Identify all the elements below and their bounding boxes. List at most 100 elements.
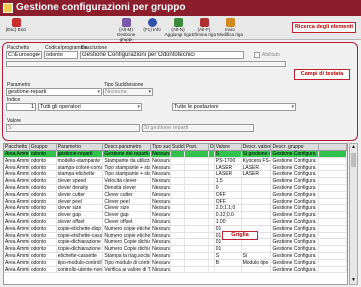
table-cell: Si [242,252,272,259]
table-cell: Area Ammi [5,191,30,198]
delete-row-button[interactable]: (Alt-F) Elimina riga [190,18,218,39]
title-bar: Gestione configurazioni per gruppo [0,0,361,16]
col-header[interactable]: Descr. valore [242,144,272,150]
table-cell: Gestione Configura [271,252,320,259]
table-cell: Nessuna [152,252,172,259]
col-header[interactable]: Gruppo [30,144,57,150]
info-button[interactable]: (F1) Info [138,18,166,39]
table-cell: Area Ammi [5,232,30,239]
col-header[interactable]: Sudd. [171,144,185,150]
valore-field[interactable]: S [6,124,140,132]
table-row[interactable]: Area Ammi odonto clever gap Clever gap Nessu… [4,212,347,219]
table-row[interactable]: Area Ammi odonto copie-etichette-disp Numer… [4,225,347,233]
scroll-up-icon[interactable]: ▲ [350,144,357,151]
table-cell [319,157,347,164]
header-fields-button[interactable]: Campi di testata [294,69,350,80]
abilitato-label: Abilitato [262,52,280,58]
table-cell: LASER [215,164,242,171]
table-row[interactable]: Area Ammi odonto copie-dichiarazione Numero… [4,239,347,247]
table-cell [319,184,347,191]
search-elements-button[interactable]: Ricerca degli elementi [292,22,356,33]
table-row[interactable]: Area Ammi odonto copie-etichette-cass Numer… [4,232,347,240]
col-header[interactable]: Descr.parametro [103,144,152,150]
col-header[interactable]: Parametro [57,144,104,150]
table-cell: etichette-cassette [57,252,104,259]
table-row[interactable]: Area Ammi odonto tipo-modulo-controll Tipo … [4,259,347,267]
col-header[interactable]: Descr. gruppo [271,144,320,150]
table-cell: Clever peel [103,198,152,205]
table-row[interactable]: Area Ammi odonto controllo-utente-non Verif… [4,266,347,274]
indice-field[interactable]: 1 [6,103,36,111]
table-cell: 01 [215,239,242,246]
table-cell: Clever cutter [103,191,152,198]
table-cell [319,225,347,232]
table-cell: Nessuna [152,171,172,178]
grid-button[interactable]: Griglia [222,231,258,240]
col-header[interactable]: Tipo sudd. [151,144,172,150]
table-row[interactable]: Area Ammi odonto stampa-etichette Tipo stam… [4,171,347,179]
abilitato-checkbox[interactable] [254,52,260,58]
col-header[interactable]: Post. [185,144,209,150]
parametro-field[interactable]: gestione-reparti [6,88,102,96]
table-row[interactable]: Area Ammi odonto stampa-colore-coma Tipo st… [4,164,347,172]
table-cell: Gestione dei reparti del l [103,151,152,157]
table-cell: odonto [30,246,57,252]
grid-scrollbar[interactable]: ▲ ▼ [349,143,358,285]
configurations-grid[interactable]: Pacchetto Gruppo Parametro Descr.paramet… [3,143,348,285]
table-cell: modello-stampante [57,157,104,164]
table-row[interactable]: Area Ammi odonto clever offset Clever offse… [4,218,347,226]
table-cell: Gestione Configura [271,225,320,232]
groups-button[interactable]: (Alt-M) Gestione gruppi [112,18,140,41]
table-row[interactable]: Area Ammi odonto gestione-reparti Gestione … [4,151,347,158]
edit-row-button[interactable]: Invio Modifica riga [216,18,244,39]
col-header[interactable]: Valore [215,144,242,150]
table-cell: Area Ammi [5,171,30,178]
table-row[interactable]: Area Ammi odonto clever density Densità cle… [4,184,347,192]
table-row[interactable]: Area Ammi odonto clever size Clever size Nes… [4,205,347,213]
descrizione-valore-field[interactable]: Si gestione reparti [142,124,254,132]
pacchetto-field[interactable]: C:\Eurosoge [6,51,42,59]
table-cell: Densità clever [103,184,152,191]
table-cell [171,171,185,178]
table-cell: Gestione Configura [271,266,320,273]
table-cell: Velocità clever [103,178,152,184]
col-header[interactable]: Pacchetto [4,144,30,150]
table-cell [171,252,185,259]
table-cell: Clever size [103,205,152,212]
exit-button[interactable]: (Esc) Esci [2,18,30,39]
scroll-thumb[interactable] [351,153,356,167]
tipo-suddivisione-select[interactable]: Nessuna [103,88,153,96]
table-cell: odonto [30,212,57,218]
table-row[interactable]: Area Ammi odonto clever peel Clever peel Nes… [4,198,347,206]
note-field[interactable] [6,61,286,67]
table-cell: clever speed [57,178,104,184]
table-cell: clever peel [57,198,104,205]
table-row[interactable]: Area Ammi odonto modello-stampante Stampant… [4,157,347,165]
table-cell [319,171,347,178]
add-row-button[interactable]: (Alt-N) Aggiungi riga [164,18,192,39]
table-cell: 1.5 [215,178,242,184]
table-row[interactable]: Area Ammi odonto etichette-cassette Stampa … [4,252,347,260]
toolbar: (Esc) Esci (Alt-M) Gestione gruppi (F1) … [0,16,361,41]
table-row[interactable]: Area Ammi odonto copie-dichiarazione Numero… [4,246,347,253]
table-cell [242,218,272,225]
postazioni-select[interactable]: Tutte le postazioni [172,103,296,111]
table-row[interactable]: Area Ammi odonto clever speed Velocità clev… [4,178,347,185]
table-cell [185,205,209,212]
table-cell: Nessuna [152,184,172,191]
col-header[interactable] [319,144,347,150]
table-cell: odonto [30,191,57,198]
table-cell [319,239,347,246]
table-cell: Area Ammi [5,164,30,171]
table-cell: odonto [30,205,57,212]
table-row[interactable]: Area Ammi odonto clever cutter Clever cutte… [4,191,347,199]
operatori-select[interactable]: Tutti gli operatori [38,103,142,111]
app-icon [3,3,13,13]
table-cell [242,205,272,212]
table-cell [171,151,185,157]
descrizione-field[interactable]: Gestione Configurazioni per Odontotecnic… [80,51,244,59]
codice-field[interactable]: odonto [44,51,78,59]
scroll-down-icon[interactable]: ▼ [350,277,357,284]
table-cell: Area Ammi [5,246,30,252]
groups-icon [121,18,131,27]
